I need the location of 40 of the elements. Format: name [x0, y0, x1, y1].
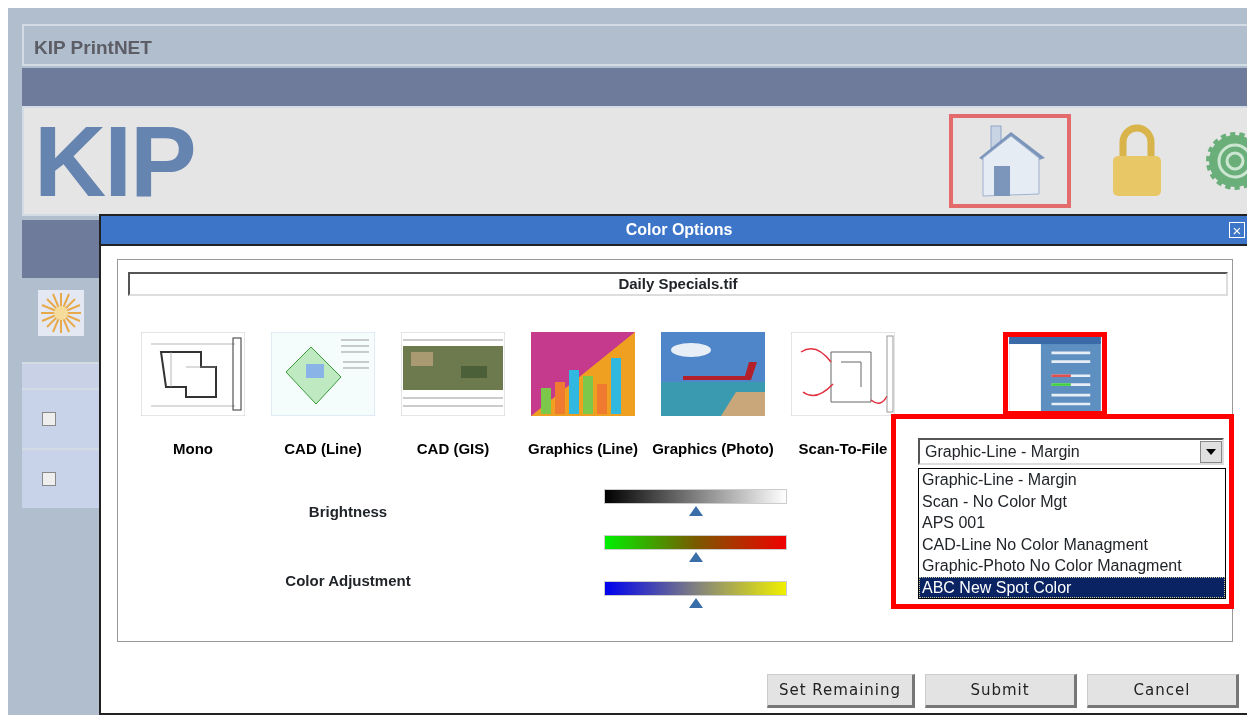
slider-thumb[interactable]	[688, 506, 703, 516]
app-title: KIP PrintNET	[22, 24, 1247, 66]
dialog-button[interactable]: Submit	[925, 674, 1077, 708]
dropdown-option[interactable]: ABC New Spot Color	[919, 576, 1225, 598]
plan-thumbnail[interactable]	[141, 332, 245, 416]
dropdown-option[interactable]: CAD-Line No Color Managment	[919, 533, 1225, 555]
photo-placeholder[interactable]	[661, 332, 765, 416]
scan-thumbnail[interactable]	[791, 332, 895, 416]
dropdown-option[interactable]: APS 001	[919, 512, 1225, 534]
home-button[interactable]	[949, 114, 1071, 208]
preset-label[interactable]: Graphics (Line)	[518, 438, 648, 459]
slider-label: Brightness	[307, 501, 389, 522]
slider-thumb[interactable]	[688, 598, 703, 608]
dialog-button[interactable]: Cancel	[1087, 674, 1239, 708]
file-name: Daily Specials.tif	[128, 272, 1228, 296]
slider-label: Color Adjustment	[284, 570, 412, 591]
profile-dropdown[interactable]: Graphic-Line - Margin	[918, 438, 1224, 465]
preset-label[interactable]: Graphics (Photo)	[648, 438, 778, 459]
dropdown-option[interactable]: Scan - No Color Mgt	[919, 490, 1225, 512]
logo: KIP	[34, 111, 195, 211]
dropdown-arrow-icon	[1206, 448, 1216, 455]
preset-label[interactable]: CAD (Line)	[258, 438, 388, 459]
slider-thumb[interactable]	[688, 552, 703, 562]
checkbox[interactable]	[42, 412, 56, 426]
close-button[interactable]: ×	[1229, 222, 1245, 238]
color-balance-slider[interactable]	[604, 581, 787, 611]
color-balance-slider[interactable]	[604, 535, 787, 565]
dialog-button[interactable]: Set Remaining	[767, 674, 915, 708]
site-thumbnail[interactable]	[271, 332, 375, 416]
settings-thumbnail[interactable]	[1003, 332, 1107, 416]
brightness-slider[interactable]	[604, 489, 787, 519]
checkbox[interactable]	[42, 472, 56, 486]
preset-label[interactable]: Mono	[128, 438, 258, 459]
preset-label[interactable]: CAD (GIS)	[388, 438, 518, 459]
dropdown-option[interactable]: Graphic-Photo No Color Managment	[919, 555, 1225, 577]
dialog-title: Color Options	[625, 220, 733, 240]
dropdown-option[interactable]: Graphic-Line - Margin	[919, 469, 1225, 491]
chart-thumbnail[interactable]	[531, 332, 635, 416]
preset-label[interactable]: Scan-To-File	[778, 438, 908, 459]
map-thumbnail[interactable]	[401, 332, 505, 416]
